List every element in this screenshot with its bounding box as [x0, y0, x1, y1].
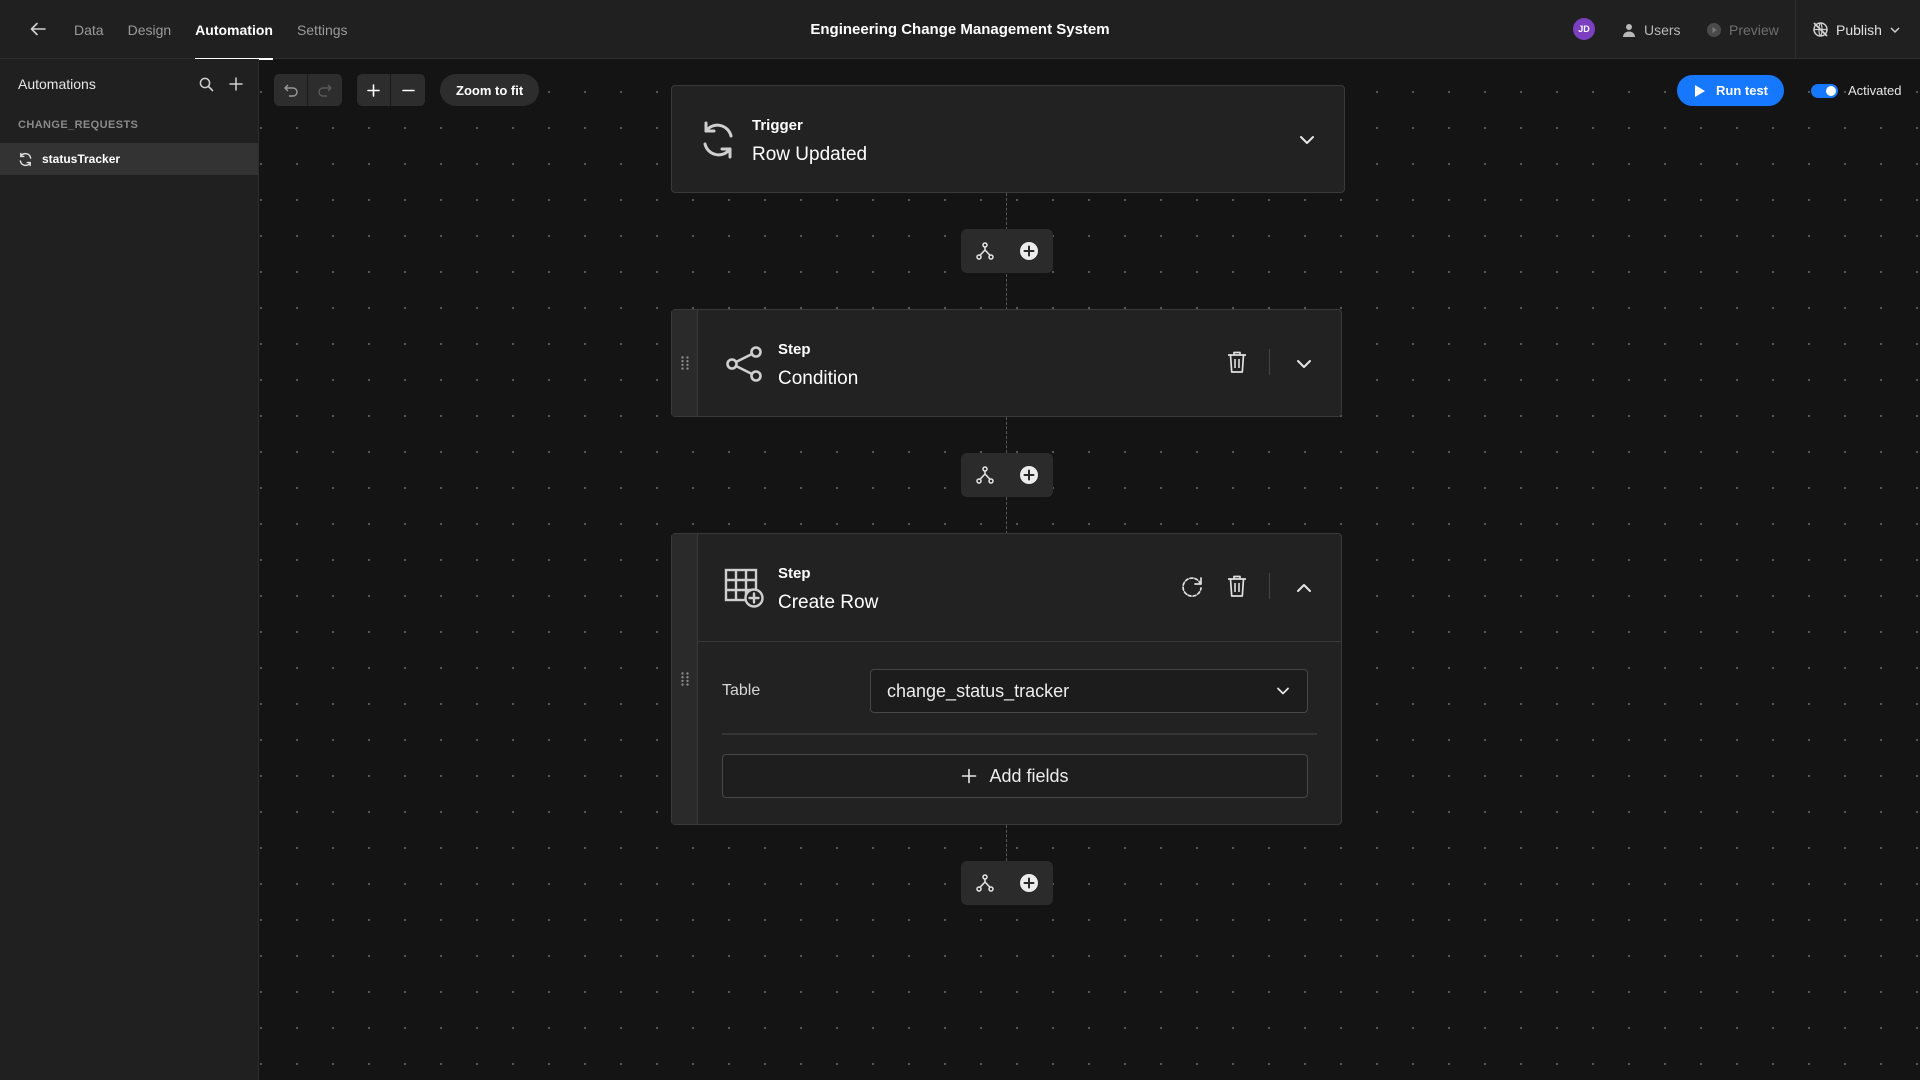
add-step-icon[interactable] — [1018, 464, 1040, 486]
create-row-step-block[interactable]: Step Create Row Table change_status_trac… — [671, 533, 1342, 825]
table-select[interactable]: change_status_tracker — [870, 669, 1308, 713]
tab-settings[interactable]: Settings — [297, 0, 348, 59]
connector-line — [1006, 497, 1007, 534]
top-nav: Data Design Automation Settings — [74, 0, 348, 60]
play-circle-icon — [1707, 22, 1721, 37]
activated-label: Activated — [1848, 83, 1902, 98]
tab-design[interactable]: Design — [128, 0, 172, 59]
tab-automation[interactable]: Automation — [195, 0, 273, 60]
chevron-up-icon[interactable] — [1289, 573, 1319, 603]
run-test-label: Run test — [1716, 83, 1768, 98]
table-field-label: Table — [722, 682, 761, 699]
sidebar-item-label: statusTracker — [42, 152, 121, 166]
sidebar-title: Automations — [18, 76, 96, 92]
zoom-out-button[interactable] — [391, 74, 425, 106]
add-step-pill — [961, 229, 1053, 273]
play-icon — [1695, 84, 1705, 97]
globe-off-icon — [1813, 22, 1828, 37]
chevron-down-icon[interactable] — [1289, 349, 1319, 379]
chevron-down-icon[interactable] — [1292, 125, 1322, 155]
redo-icon — [318, 84, 332, 97]
connector-line — [1006, 417, 1007, 453]
drag-handle-icon[interactable] — [672, 310, 698, 416]
add-automation-icon[interactable] — [224, 72, 248, 96]
preview-button[interactable]: Preview — [1706, 0, 1779, 59]
zoom-toolbar — [357, 74, 425, 106]
divider — [722, 733, 1317, 735]
avatar[interactable]: JD — [1573, 18, 1595, 40]
trigger-label: Trigger — [752, 117, 803, 134]
condition-step-block[interactable]: Step Condition — [671, 309, 1342, 417]
connector-line — [1006, 193, 1007, 230]
user-icon — [1623, 23, 1635, 37]
redo-button[interactable] — [308, 74, 342, 106]
back-arrow-icon[interactable] — [26, 17, 50, 41]
history-toolbar — [274, 74, 342, 106]
table-add-icon — [722, 566, 766, 610]
zoom-to-fit-button[interactable]: Zoom to fit — [440, 74, 540, 106]
trash-icon[interactable] — [1222, 571, 1252, 601]
chevron-down-icon — [1890, 26, 1900, 33]
step-name: Create Row — [778, 592, 879, 613]
chevron-down-icon — [1277, 687, 1289, 695]
minus-icon — [401, 89, 415, 91]
add-step-pill — [961, 861, 1053, 905]
search-icon[interactable] — [194, 72, 218, 96]
branch-icon[interactable] — [974, 464, 996, 486]
sidebar-item-statustracker[interactable]: statusTracker — [0, 143, 258, 175]
add-fields-button[interactable]: Add fields — [722, 754, 1308, 798]
refresh-icon — [696, 118, 740, 162]
users-button[interactable]: Users — [1621, 0, 1681, 59]
connector-line — [1006, 825, 1007, 861]
step-label: Step — [778, 341, 811, 358]
divider — [1795, 0, 1796, 59]
trigger-name: Row Updated — [752, 144, 868, 165]
top-bar: Data Design Automation Settings Engineer… — [0, 0, 1920, 60]
publish-label: Publish — [1836, 21, 1882, 38]
step-label: Step — [778, 565, 811, 582]
sidebar-header: Automations — [18, 59, 248, 109]
divider — [1269, 573, 1270, 599]
refresh-icon[interactable] — [1177, 571, 1207, 601]
add-fields-label: Add fields — [989, 765, 1069, 786]
sidebar: Automations CHANGE_REQUESTS statusTracke… — [0, 59, 259, 1080]
add-step-pill — [961, 453, 1053, 497]
preview-label: Preview — [1729, 21, 1779, 38]
zoom-in-button[interactable] — [357, 74, 391, 106]
sidebar-group-label: CHANGE_REQUESTS — [18, 119, 139, 131]
plus-icon — [962, 768, 977, 784]
add-step-icon[interactable] — [1018, 240, 1040, 262]
table-select-value: change_status_tracker — [887, 680, 1070, 701]
activated-switch: Activated — [1811, 75, 1901, 106]
branch-icon[interactable] — [974, 240, 996, 262]
undo-button[interactable] — [274, 74, 308, 106]
activated-toggle[interactable] — [1811, 83, 1838, 98]
connector-line — [1006, 274, 1007, 310]
plus-icon — [367, 83, 380, 97]
drag-handle-icon[interactable] — [672, 534, 698, 824]
undo-icon — [283, 84, 298, 97]
divider — [1269, 349, 1270, 375]
branch-icon[interactable] — [974, 872, 996, 894]
publish-button[interactable]: Publish — [1812, 0, 1901, 59]
add-step-icon[interactable] — [1018, 872, 1040, 894]
trigger-block[interactable]: Trigger Row Updated — [671, 85, 1345, 193]
step-settings-panel: Table change_status_tracker Add fields — [698, 641, 1341, 824]
share-nodes-icon — [722, 342, 766, 386]
tab-data[interactable]: Data — [74, 0, 104, 59]
refresh-icon — [19, 152, 32, 166]
trash-icon[interactable] — [1222, 347, 1252, 377]
run-test-button[interactable]: Run test — [1677, 75, 1784, 106]
users-label: Users — [1644, 21, 1681, 38]
step-name: Condition — [778, 368, 859, 389]
